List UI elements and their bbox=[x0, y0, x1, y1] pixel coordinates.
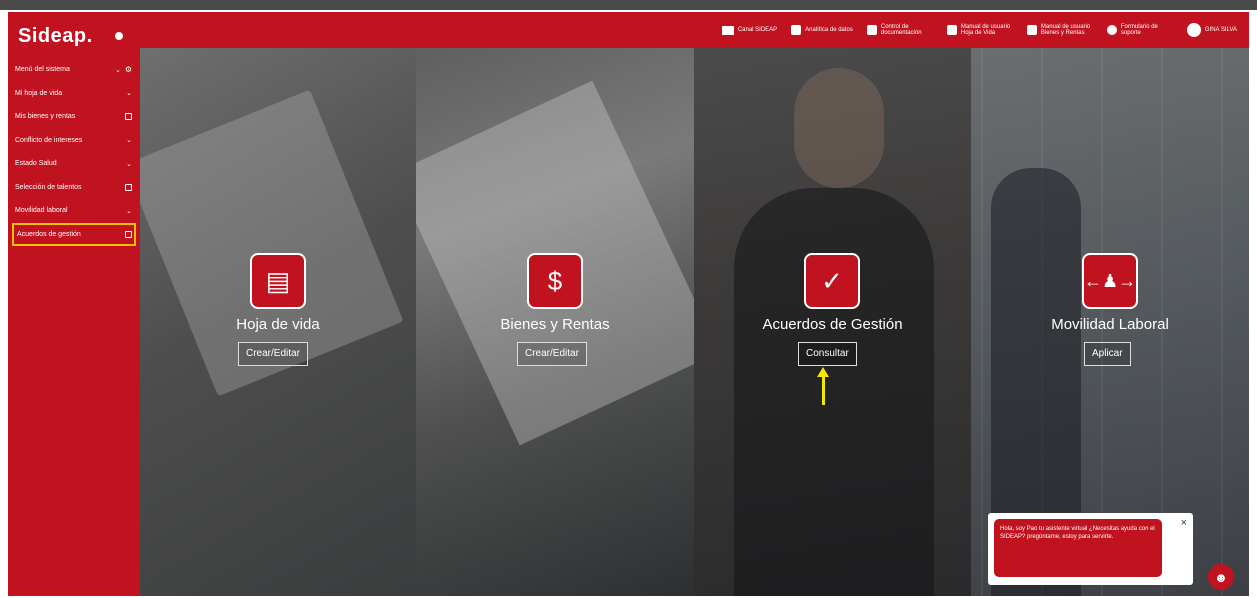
chevron-down-icon: ⌄ bbox=[126, 207, 132, 215]
topbar-manual-hoja-vida[interactable]: Manual de usuario Hoja de Vida bbox=[946, 24, 1013, 36]
tile-acuerdos-gestion: ✓ Acuerdos de Gestión Consultar bbox=[694, 48, 971, 596]
topbar-formulario-soporte[interactable]: Formulario de soporte bbox=[1106, 24, 1173, 36]
chart-icon bbox=[791, 25, 802, 35]
tile-hoja-de-vida: ▤ Hoja de vida Crear/Editar bbox=[140, 48, 416, 596]
help-icon bbox=[1106, 25, 1117, 35]
crear-editar-button[interactable]: Crear/Editar bbox=[517, 342, 587, 366]
logo[interactable]: Sideap. bbox=[18, 22, 123, 50]
sidebar-item-label: Conflicto de intereses bbox=[15, 136, 83, 144]
tile-title: Hoja de vida bbox=[236, 316, 320, 333]
topbar-label: Manual de usuario Hoja de Vida bbox=[960, 24, 1011, 36]
sidebar-item-conflicto-intereses[interactable]: Conflicto de intereses ⌄ bbox=[8, 129, 140, 153]
chevron-down-icon: ⌄ bbox=[126, 90, 132, 98]
manual-icon bbox=[1026, 25, 1037, 35]
topbar-label: Control de documentación bbox=[880, 24, 922, 36]
tile-bienes-rentas: $ Bienes y Rentas Crear/Editar bbox=[416, 48, 694, 596]
app-frame: Sideap. Menú del sistema ⌄ ⚙ Mi hoja de v… bbox=[8, 12, 1249, 596]
sidebar-item-movilidad-laboral[interactable]: Movilidad laboral ⌄ bbox=[8, 199, 140, 223]
person-arrows-icon: ←♟→ bbox=[1082, 253, 1138, 309]
sidebar-item-menu-sistema[interactable]: Menú del sistema ⌄ ⚙ bbox=[8, 58, 140, 82]
chat-widget: Hola, soy Pao tu asistente virtual ¿Nece… bbox=[988, 513, 1193, 585]
document-icon bbox=[125, 113, 132, 121]
assistant-avatar-icon[interactable]: ☻ bbox=[1208, 564, 1234, 590]
sidebar-item-estado-salud[interactable]: Estado Salud ⌄ bbox=[8, 152, 140, 176]
tile-title: Bienes y Rentas bbox=[500, 316, 610, 333]
window-icon bbox=[125, 183, 132, 191]
topbar-manual-bienes-rentas[interactable]: Manual de usuario Bienes y Rentas bbox=[1026, 24, 1093, 36]
chevron-down-icon: ⌄ bbox=[126, 137, 132, 145]
video-camera-icon bbox=[721, 25, 734, 35]
sidebar-item-label: Movilidad laboral bbox=[15, 207, 68, 215]
crear-editar-button[interactable]: Crear/Editar bbox=[238, 342, 308, 366]
sidebar-item-seleccion-talentos[interactable]: Selección de talentos bbox=[8, 176, 140, 200]
topbar-label: Formulario de soporte bbox=[1120, 24, 1158, 36]
consultar-button[interactable]: Consultar bbox=[798, 342, 857, 366]
sidebar-item-bienes-rentas[interactable]: Mis bienes y rentas bbox=[8, 105, 140, 129]
topbar-control-documentacion[interactable]: Control de documentación bbox=[866, 24, 933, 36]
sidebar-item-label: Menú del sistema bbox=[15, 66, 70, 74]
topbar-label: Manual de usuario Bienes y Rentas bbox=[1040, 24, 1091, 36]
top-navbar: Canal SIDEAP Analítica de datos Control … bbox=[140, 12, 1249, 48]
tile-title: Movilidad Laboral bbox=[1051, 316, 1169, 333]
browser-top-strip bbox=[0, 0, 1257, 10]
resume-icon: ▤ bbox=[250, 253, 306, 309]
sidebar-item-acuerdos-gestion[interactable]: Acuerdos de gestión bbox=[12, 222, 136, 246]
sidebar-toggle-dot[interactable] bbox=[114, 32, 123, 40]
gear-icon[interactable]: ⚙ bbox=[125, 65, 132, 74]
topbar-user-menu[interactable]: GINA SILVA bbox=[1186, 23, 1237, 37]
user-avatar-icon bbox=[1186, 23, 1201, 37]
chat-message[interactable]: Hola, soy Pao tu asistente virtual ¿Nece… bbox=[994, 519, 1162, 577]
money-document-icon: $ bbox=[527, 253, 583, 309]
background-image bbox=[734, 188, 934, 596]
tile-title: Acuerdos de Gestión bbox=[762, 316, 903, 333]
background-image bbox=[794, 68, 884, 188]
aplicar-button[interactable]: Aplicar bbox=[1084, 342, 1131, 366]
topbar-label: Analítica de datos bbox=[805, 27, 853, 33]
badge-check-icon: ✓ bbox=[804, 253, 860, 309]
sidebar-item-label: Mis bienes y rentas bbox=[15, 113, 76, 121]
manual-icon bbox=[946, 25, 957, 35]
sidebar-item-label: Acuerdos de gestión bbox=[17, 230, 81, 238]
window-icon bbox=[125, 230, 132, 238]
document-icon bbox=[866, 25, 877, 35]
topbar-user-name: GINA SILVA bbox=[1204, 27, 1237, 33]
chevron-down-icon: ⌄ bbox=[114, 66, 121, 74]
chevron-down-icon: ⌄ bbox=[126, 160, 132, 168]
logo-text: Sideap. bbox=[18, 24, 93, 47]
sidebar-menu: Menú del sistema ⌄ ⚙ Mi hoja de vida ⌄ Mi… bbox=[8, 58, 140, 246]
sidebar-item-label: Mi hoja de vida bbox=[15, 89, 63, 97]
topbar-label: Canal SIDEAP bbox=[737, 27, 778, 33]
topbar-analitica[interactable]: Analítica de datos bbox=[791, 25, 853, 35]
sidebar: Sideap. Menú del sistema ⌄ ⚙ Mi hoja de v… bbox=[8, 12, 140, 596]
topbar-canal-sideap[interactable]: Canal SIDEAP bbox=[721, 25, 778, 35]
sidebar-item-label: Selección de talentos bbox=[15, 183, 82, 191]
close-icon[interactable]: × bbox=[1181, 517, 1187, 529]
sidebar-item-label: Estado Salud bbox=[15, 160, 57, 168]
sidebar-item-hoja-de-vida[interactable]: Mi hoja de vida ⌄ bbox=[8, 82, 140, 106]
annotation-arrow-icon bbox=[817, 367, 829, 405]
